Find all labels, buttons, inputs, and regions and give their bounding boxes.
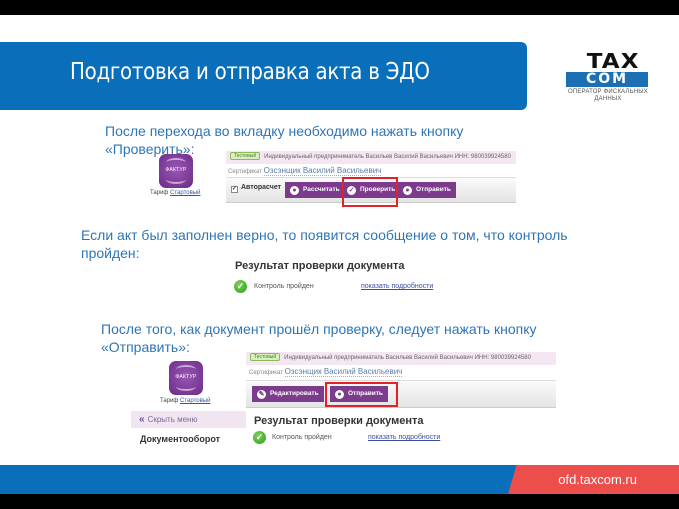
highlight-check-button bbox=[342, 177, 398, 207]
footer-url[interactable]: ofd.taxcom.ru bbox=[558, 472, 637, 487]
logo-subtitle-1: ОПЕРАТОР ФИСКАЛЬНЫХ bbox=[567, 89, 648, 95]
signer-row: Сертификат Озсэнщик Василий Васильевич bbox=[249, 367, 403, 377]
tariff-link[interactable]: Стартовый bbox=[170, 190, 200, 196]
step-3-instruction: После того, как документ прошёл проверку… bbox=[101, 320, 537, 356]
signer-label: Сертификат bbox=[228, 169, 262, 175]
hide-menu-button[interactable]: «Скрыть меню bbox=[131, 411, 246, 428]
calculate-button[interactable]: ● Рассчитать bbox=[285, 182, 345, 198]
faktura-logo-icon: ФАКТУР bbox=[169, 361, 203, 395]
logo-tax-text: TAX bbox=[586, 49, 640, 73]
tariff-info: Тариф Стартовый bbox=[150, 190, 200, 196]
step-1-line-1: После перехода во вкладку необходимо наж… bbox=[105, 123, 464, 139]
highlight-send-button bbox=[325, 382, 398, 407]
logo-subtitle-2: ДАННЫХ bbox=[594, 96, 622, 102]
slide: Подготовка и отправка акта в ЭДО TAX COM… bbox=[0, 15, 679, 494]
success-check-icon: ✓ bbox=[253, 431, 266, 444]
result-title: Результат проверки документа bbox=[254, 415, 424, 427]
tariff-link[interactable]: Стартовый bbox=[180, 398, 210, 404]
show-details-link[interactable]: показать подробности bbox=[361, 283, 433, 290]
result-status: Контроль пройден bbox=[272, 434, 332, 441]
org-row: Тестовый Индивидуальный предприниматель В… bbox=[246, 352, 556, 365]
step-3-line-1: После того, как документ прошёл проверку… bbox=[101, 321, 537, 337]
faktura-logo-icon: ФАКТУР bbox=[159, 154, 193, 188]
signer-name[interactable]: Озсэнщик Василий Васильевич bbox=[263, 166, 382, 176]
result-title: Результат проверки документа bbox=[235, 260, 405, 272]
org-row: Тестовый Индивидуальный предприниматель В… bbox=[226, 151, 516, 164]
org-name: Индивидуальный предприниматель Васильев … bbox=[264, 154, 511, 160]
pencil-icon: ✎ bbox=[257, 389, 266, 399]
send-button[interactable]: ● Отправить bbox=[398, 182, 456, 198]
double-chevron-left-icon: « bbox=[139, 414, 145, 425]
taxcom-logo: TAX COM ОПЕРАТОР ФИСКАЛЬНЫХ ДАННЫХ bbox=[566, 51, 650, 103]
step-2-line-1: Если акт был заполнен верно, то появится… bbox=[81, 227, 568, 243]
tariff-label: Тариф bbox=[150, 190, 169, 196]
org-name: Индивидуальный предприниматель Васильев … bbox=[284, 355, 531, 361]
document-toolbar: ✎ Редактировать ● Отправить bbox=[246, 380, 556, 408]
tariff-label: Тариф bbox=[160, 398, 179, 404]
edit-button[interactable]: ✎ Редактировать bbox=[252, 386, 324, 402]
sidebar-item-document-flow[interactable]: Документооборот bbox=[140, 434, 220, 444]
success-check-icon: ✓ bbox=[234, 280, 247, 293]
autocalc-checkbox[interactable]: ✓ Авторасчет bbox=[231, 184, 281, 193]
step-2-instruction: Если акт был заполнен верно, то появится… bbox=[81, 226, 568, 262]
signer-label: Сертификат bbox=[249, 370, 283, 376]
signer-row: Сертификат Озсэнщик Василий Васильевич bbox=[228, 166, 382, 176]
logo-com-text: COM bbox=[566, 72, 648, 87]
signer-name[interactable]: Озсэнщик Василий Васильевич bbox=[284, 367, 403, 377]
show-details-link[interactable]: показать подробности bbox=[368, 434, 440, 441]
checkbox-icon: ✓ bbox=[231, 186, 238, 193]
test-badge: Тестовый bbox=[250, 353, 281, 362]
slide-title: Подготовка и отправка акта в ЭДО bbox=[70, 59, 430, 85]
send-icon: ● bbox=[403, 185, 412, 195]
result-status: Контроль пройден bbox=[254, 283, 314, 290]
test-badge: Тестовый bbox=[230, 152, 261, 161]
footer-bar: ofd.taxcom.ru bbox=[0, 465, 679, 494]
tariff-info: Тариф Стартовый bbox=[160, 398, 210, 404]
title-bar: Подготовка и отправка акта в ЭДО bbox=[0, 42, 527, 110]
calculate-icon: ● bbox=[290, 185, 299, 195]
